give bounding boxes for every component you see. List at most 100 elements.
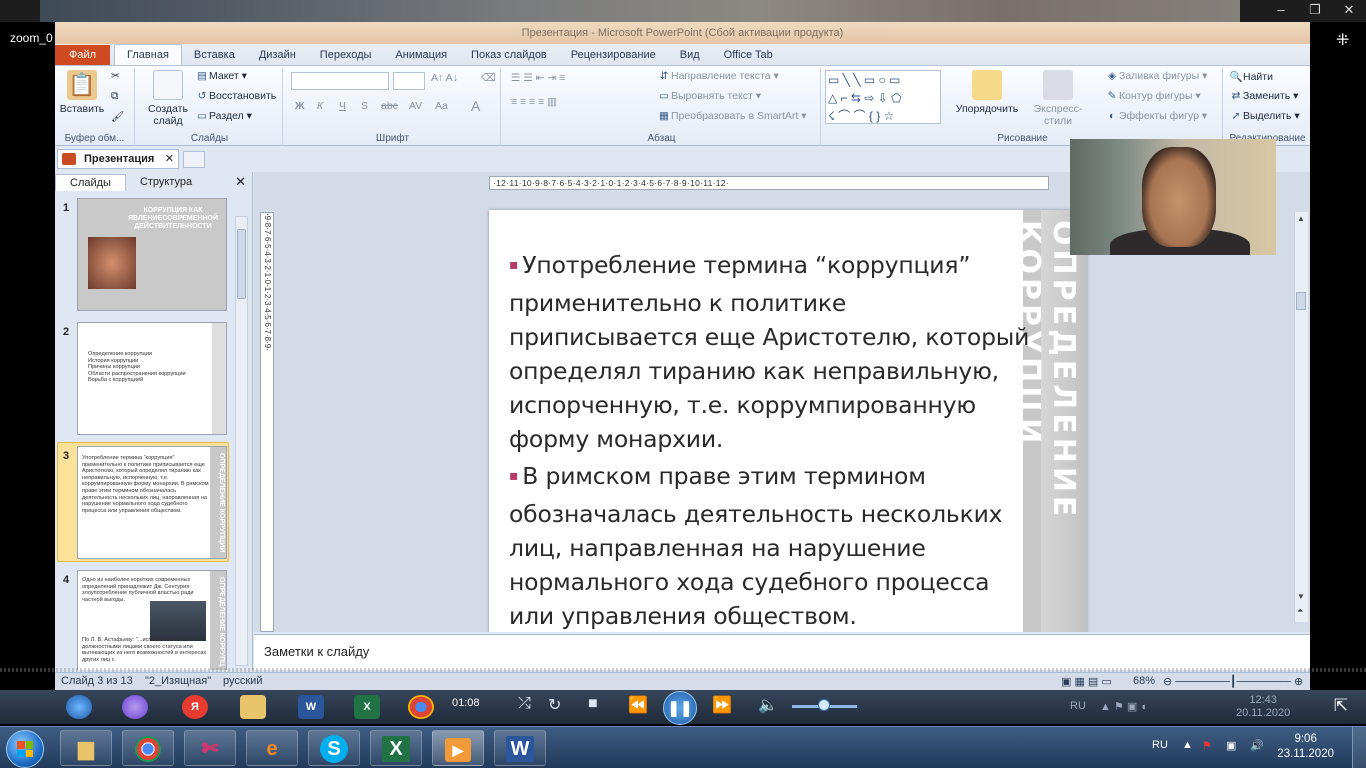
- paste-button[interactable]: 📋 Вставить: [57, 70, 107, 115]
- section-button[interactable]: ▭ Раздел ▾: [195, 110, 252, 122]
- repeat-icon[interactable]: ↻: [548, 695, 561, 715]
- group-label: Слайды: [190, 133, 229, 144]
- close-button[interactable]: ✕: [1332, 0, 1366, 22]
- close-tab-icon[interactable]: ✕: [165, 150, 174, 168]
- stop-icon[interactable]: ■: [588, 695, 598, 713]
- view-buttons[interactable]: ▣ ▦ ▤ ▭: [1061, 675, 1112, 688]
- theme-name: "2_Изящная": [145, 675, 212, 687]
- slides-pane-scrollbar[interactable]: [235, 216, 248, 666]
- shape-fill-button[interactable]: ◈ Заливка фигуры ▾: [1105, 70, 1207, 82]
- pause-button[interactable]: ❚❚: [663, 691, 697, 725]
- zoom-level[interactable]: 68%: [1133, 675, 1155, 687]
- prev-slide-icon[interactable]: ⏶: [1297, 606, 1303, 616]
- smartart-label: Преобразовать в SmartArt: [671, 110, 799, 122]
- tab-transitions[interactable]: Переходы: [308, 45, 384, 65]
- tab-slides[interactable]: Слайды: [55, 173, 126, 191]
- tab-home[interactable]: Главная: [114, 44, 182, 65]
- volume-icon[interactable]: 🔈: [758, 695, 778, 715]
- taskbar-explorer[interactable]: ▆: [60, 730, 112, 766]
- current-slide[interactable]: ОПРЕДЕЛЕНИЕ КОРРУПЦИ ▪ Употребление терми…: [489, 210, 1087, 632]
- shadow-button[interactable]: S: [361, 100, 368, 112]
- tab-review[interactable]: Рецензирование: [559, 45, 668, 65]
- tab-office-tab[interactable]: Office Tab: [712, 45, 785, 65]
- scroll-thumb[interactable]: [237, 229, 246, 299]
- language[interactable]: русский: [223, 675, 262, 687]
- fullscreen-icon[interactable]: ⇱: [1334, 696, 1348, 716]
- align-text-button[interactable]: ▭ Выровнять текст ▾: [657, 90, 761, 102]
- underline-button[interactable]: Ч: [339, 100, 346, 112]
- bold-button[interactable]: Ж: [295, 100, 305, 112]
- taskbar-excel[interactable]: X: [370, 730, 422, 766]
- strikethrough-button[interactable]: abc: [381, 100, 398, 112]
- tray-network-icon[interactable]: ▣: [1226, 739, 1236, 752]
- start-button[interactable]: [6, 730, 44, 768]
- taskbar-paint[interactable]: ✄: [184, 730, 236, 766]
- scroll-up-icon[interactable]: ▲: [1297, 214, 1305, 223]
- find-button[interactable]: 🔍Найти: [1229, 70, 1273, 83]
- show-desktop-button[interactable]: [1352, 727, 1366, 768]
- slide-scrollbar[interactable]: ▲ ▼ ⏶: [1294, 212, 1308, 622]
- align-text-label: Выровнять текст: [671, 90, 753, 102]
- font-size-select[interactable]: [393, 72, 425, 90]
- previous-icon[interactable]: ⏪: [628, 695, 648, 715]
- taskbar-skype[interactable]: S: [308, 730, 360, 766]
- notes-pane[interactable]: Заметки к слайду: [254, 634, 1310, 670]
- bullet-text: Употребление термина “коррупция” примени…: [509, 251, 1030, 453]
- font-family-select[interactable]: [291, 72, 389, 90]
- restore-button[interactable]: ❐: [1298, 0, 1332, 22]
- char-spacing-button[interactable]: AV: [409, 100, 422, 112]
- replace-button[interactable]: ⇄ Заменить ▾: [1229, 90, 1299, 102]
- tab-view[interactable]: Вид: [668, 45, 712, 65]
- close-pane-icon[interactable]: ✕: [235, 174, 246, 190]
- layout-button[interactable]: ▤ Макет ▾: [195, 70, 247, 82]
- minimize-button[interactable]: –: [1264, 0, 1298, 22]
- smartart-button[interactable]: ▦ Преобразовать в SmartArt ▾: [657, 110, 807, 122]
- grow-font-icon[interactable]: A↑ A↓: [431, 72, 458, 84]
- taskbar-word[interactable]: W: [494, 730, 546, 766]
- tab-slideshow[interactable]: Показ слайдов: [459, 45, 559, 65]
- change-case-button[interactable]: Aa: [435, 100, 448, 112]
- tab-file[interactable]: Файл: [55, 45, 111, 65]
- next-icon[interactable]: ⏩: [712, 695, 732, 715]
- quick-styles-button[interactable]: Экспресс-стили: [1023, 70, 1093, 127]
- volume-knob[interactable]: [818, 699, 830, 711]
- vertical-ruler-text: ·9·8·7·6·5·4·3·2·1·0·1·2·3·4·5·6·7·8·9·: [263, 213, 272, 351]
- tab-design[interactable]: Дизайн: [247, 45, 308, 65]
- taskbar-browser[interactable]: e: [246, 730, 298, 766]
- slide-content[interactable]: ▪ Употребление термина “коррупция” примен…: [509, 248, 1039, 632]
- align-icons[interactable]: ≡ ≡ ≡ ≡ ▥: [511, 96, 557, 108]
- scroll-down-icon[interactable]: ▼: [1297, 592, 1305, 601]
- new-tab-button[interactable]: [183, 151, 205, 168]
- arrange-button[interactable]: Упорядочить: [951, 70, 1023, 115]
- taskbar-chrome[interactable]: [122, 730, 174, 766]
- tray-language[interactable]: RU: [1152, 739, 1168, 751]
- copy-icon[interactable]: ⧉: [111, 90, 119, 103]
- new-slide-button[interactable]: Создать слайд: [143, 70, 193, 127]
- document-tab-presentation[interactable]: Презентация ✕: [57, 149, 179, 169]
- tab-outline[interactable]: Структура: [126, 174, 206, 190]
- shapes-gallery[interactable]: ▭ ╲ ╲ ▭ ○ ▭ △ ⌐ ⇆ ⇨ ⇩ ⬠ ☇ ⌒ ⌒ { } ☆: [825, 70, 941, 124]
- tray-action-center-icon[interactable]: ⚑: [1202, 739, 1212, 752]
- reset-button[interactable]: ↺ Восстановить: [195, 90, 277, 102]
- shape-outline-button[interactable]: ✎ Контур фигуры ▾: [1105, 90, 1201, 102]
- shuffle-icon[interactable]: ⤮: [518, 695, 531, 713]
- italic-button[interactable]: К: [317, 100, 323, 112]
- view-options-icon[interactable]: ⁜: [1336, 30, 1349, 50]
- tray-volume-icon[interactable]: 🔊: [1250, 739, 1264, 752]
- ppt-status-bar: Слайд 3 из 13 "2_Изящная" русский ▣ ▦ ▤ …: [55, 672, 1310, 701]
- zoom-left-margin: [0, 22, 55, 672]
- select-button[interactable]: ➚ Выделить ▾: [1229, 110, 1300, 122]
- tray-expand-icon[interactable]: ▲: [1182, 739, 1193, 751]
- taskbar-media-player[interactable]: ▶: [432, 730, 484, 766]
- scroll-thumb[interactable]: [1296, 292, 1306, 310]
- shape-effects-button[interactable]: ◐ Эффекты фигур ▾: [1105, 110, 1207, 122]
- cut-icon[interactable]: ✂: [111, 70, 120, 82]
- tab-insert[interactable]: Вставка: [182, 45, 247, 65]
- font-color-icon[interactable]: A: [471, 98, 480, 114]
- tab-animations[interactable]: Анимация: [383, 45, 459, 65]
- clear-format-icon[interactable]: ⌫: [481, 72, 496, 84]
- text-direction-button[interactable]: ⇵ Направление текста ▾: [657, 70, 779, 82]
- format-painter-icon[interactable]: 🖌: [111, 110, 124, 123]
- system-clock[interactable]: 9:06 23.11.2020: [1277, 732, 1334, 762]
- bullets-icon[interactable]: ☰ ☰ ⇤ ⇥ ≡: [511, 72, 565, 84]
